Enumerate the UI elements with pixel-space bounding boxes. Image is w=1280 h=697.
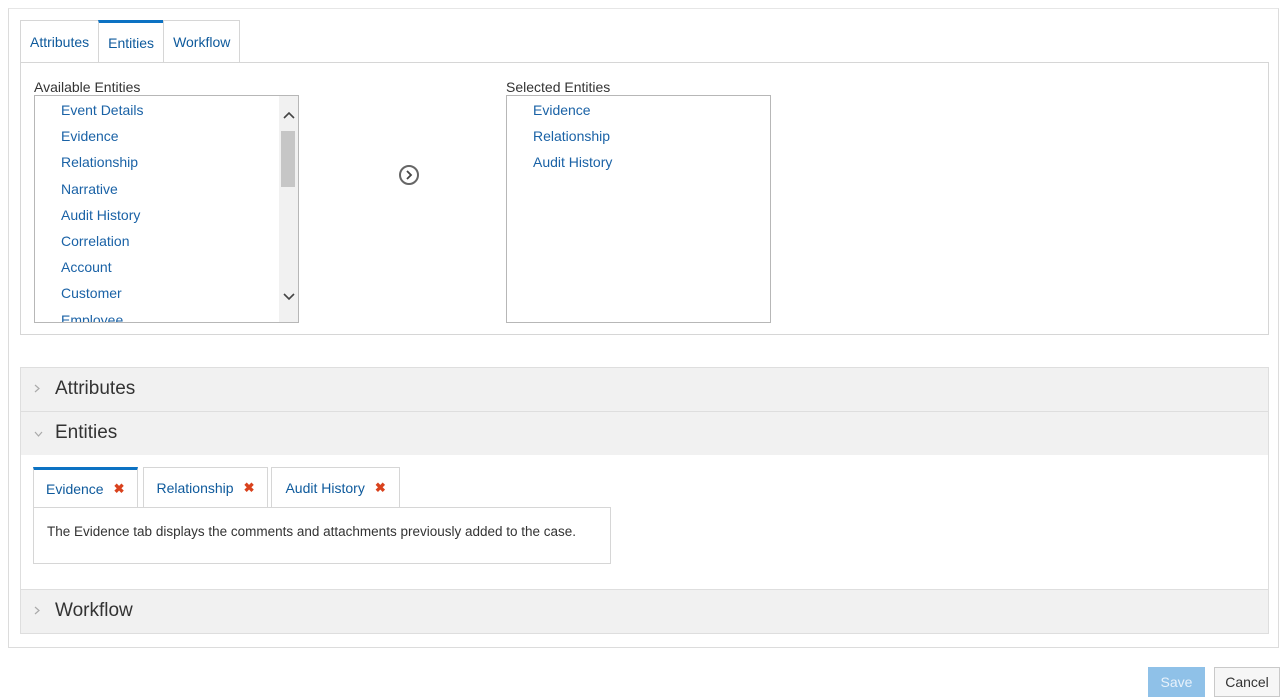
accordion-title: Attributes bbox=[55, 378, 136, 399]
list-item[interactable]: Account bbox=[35, 258, 298, 284]
selected-entities-list[interactable]: Evidence Relationship Audit History bbox=[506, 95, 771, 323]
chevron-up-icon[interactable] bbox=[279, 110, 298, 126]
available-entities-label: Available Entities bbox=[34, 79, 141, 95]
tab-label: Evidence bbox=[46, 480, 104, 497]
chevron-down-icon bbox=[34, 426, 43, 440]
chevron-right-icon bbox=[34, 604, 40, 618]
entity-tab-bar: Evidence ✖ Relationship ✖ Audit History … bbox=[33, 467, 403, 507]
accordion-title: Workflow bbox=[55, 600, 133, 621]
list-item[interactable]: Relationship bbox=[35, 153, 298, 179]
chevron-right-circle-icon bbox=[406, 170, 413, 180]
tab-workflow[interactable]: Workflow bbox=[163, 20, 241, 62]
accordion-title: Entities bbox=[55, 422, 118, 443]
accordion-workflow[interactable]: Workflow bbox=[20, 589, 1269, 634]
list-item[interactable]: Audit History bbox=[507, 153, 770, 179]
list-item[interactable]: Correlation bbox=[35, 232, 298, 258]
tab-evidence[interactable]: Evidence ✖ bbox=[33, 467, 138, 507]
list-item[interactable]: Evidence bbox=[35, 127, 298, 153]
list-item[interactable]: Audit History bbox=[35, 206, 298, 232]
save-button[interactable]: Save bbox=[1148, 667, 1205, 697]
cancel-button[interactable]: Cancel bbox=[1214, 667, 1280, 697]
selected-entities-label: Selected Entities bbox=[506, 79, 611, 95]
chevron-down-icon[interactable] bbox=[279, 292, 298, 308]
accordion-attributes[interactable]: Attributes bbox=[20, 367, 1269, 412]
vertical-scrollbar[interactable] bbox=[279, 96, 298, 322]
top-tab-bar: Attributes Entities Workflow bbox=[20, 20, 241, 62]
entity-description: The Evidence tab displays the comments a… bbox=[33, 507, 611, 564]
close-icon[interactable]: ✖ bbox=[244, 480, 255, 496]
tab-label: Relationship bbox=[156, 479, 234, 496]
accordion-entities[interactable]: Entities bbox=[20, 411, 1269, 456]
tab-relationship[interactable]: Relationship ✖ bbox=[142, 467, 269, 507]
list-item[interactable]: Employee bbox=[35, 311, 298, 323]
tab-audit-history[interactable]: Audit History ✖ bbox=[271, 467, 400, 507]
chevron-right-icon bbox=[34, 382, 40, 396]
list-item[interactable]: Event Details bbox=[35, 101, 298, 127]
list-item[interactable]: Relationship bbox=[507, 127, 770, 153]
available-entities-list[interactable]: Event Details Evidence Relationship Narr… bbox=[34, 95, 299, 323]
close-icon[interactable]: ✖ bbox=[375, 480, 386, 496]
tab-attributes[interactable]: Attributes bbox=[20, 20, 100, 62]
tab-label: Audit History bbox=[285, 479, 365, 496]
list-item[interactable]: Narrative bbox=[35, 180, 298, 206]
move-right-button[interactable] bbox=[399, 165, 419, 185]
list-item[interactable]: Evidence bbox=[507, 101, 770, 127]
list-item[interactable]: Customer bbox=[35, 284, 298, 310]
tab-entities[interactable]: Entities bbox=[98, 20, 165, 62]
scrollbar-thumb[interactable] bbox=[281, 131, 295, 187]
entities-tab-panel: Available Entities Event Details Evidenc… bbox=[20, 62, 1269, 335]
close-icon[interactable]: ✖ bbox=[114, 481, 125, 497]
